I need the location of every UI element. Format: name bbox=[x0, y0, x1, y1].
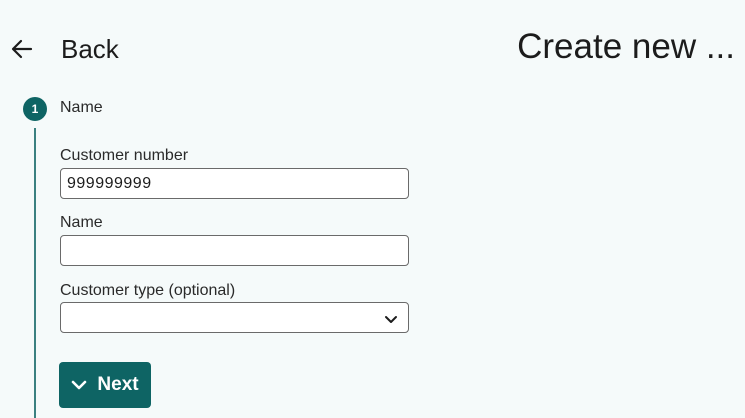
back-button[interactable]: Back bbox=[10, 30, 119, 68]
back-label: Back bbox=[61, 33, 119, 64]
stepper-line bbox=[34, 128, 36, 418]
chevron-down-icon bbox=[384, 312, 398, 330]
customer-number-input[interactable] bbox=[60, 168, 409, 199]
arrow-left-icon bbox=[10, 37, 34, 61]
next-button-label: Next bbox=[97, 374, 139, 395]
customer-type-label: Customer type (optional) bbox=[60, 282, 236, 299]
name-input[interactable] bbox=[60, 235, 409, 266]
chevron-down-icon bbox=[71, 379, 97, 391]
step-title: Name bbox=[60, 99, 103, 116]
customer-number-label: Customer number bbox=[60, 147, 189, 164]
step-number-badge: 1 bbox=[23, 97, 47, 121]
customer-type-select[interactable] bbox=[60, 302, 409, 333]
name-label: Name bbox=[60, 214, 103, 231]
page-title: Create new ... bbox=[517, 27, 735, 66]
next-button[interactable]: Next bbox=[59, 362, 151, 408]
